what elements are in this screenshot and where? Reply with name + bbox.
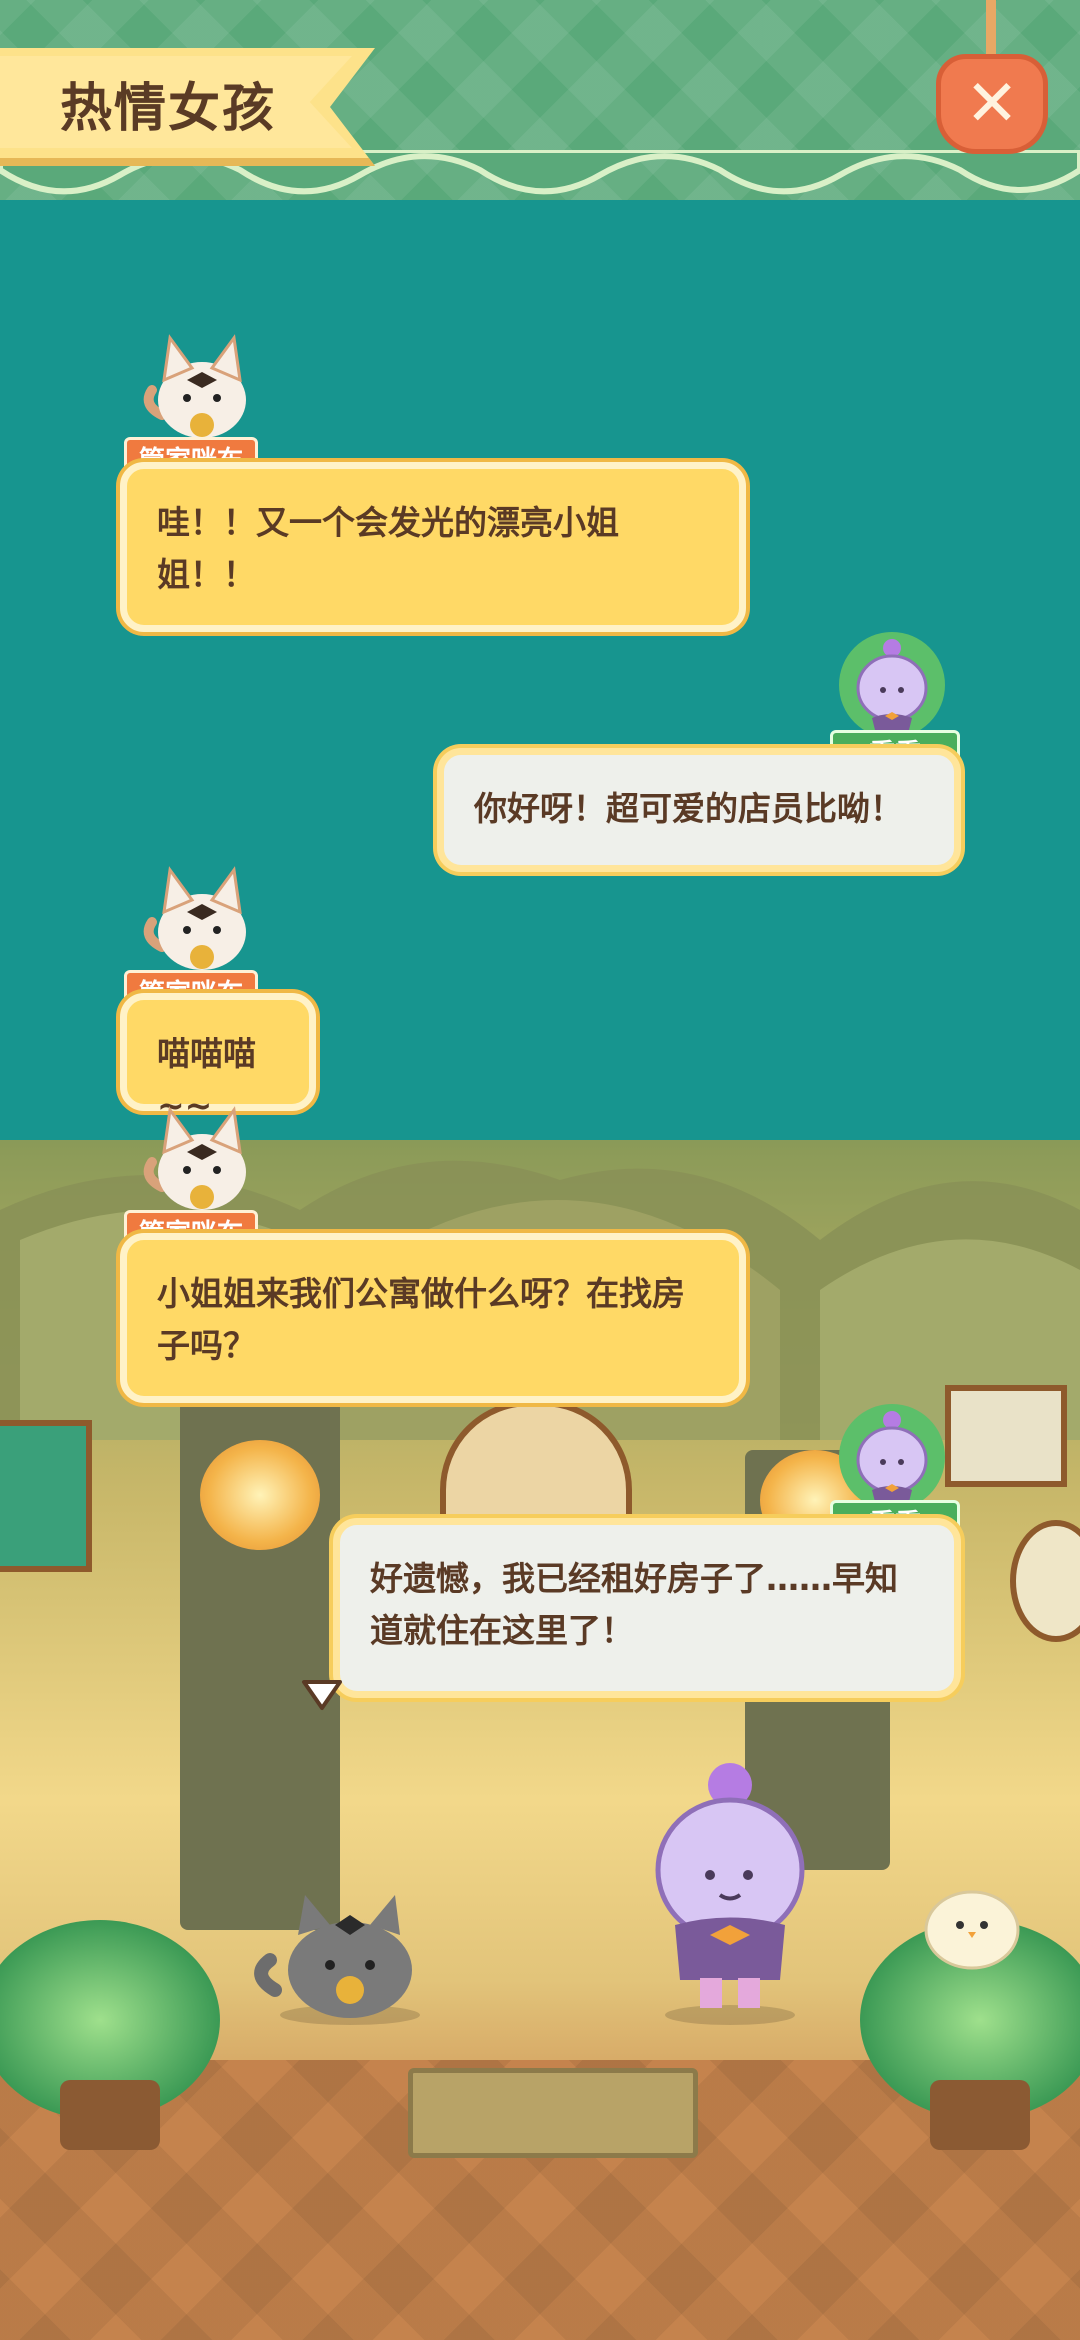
dialogue-bubble[interactable]: 你好呀！超可爱的店员比呦！: [437, 748, 961, 872]
cat-avatar-icon: [143, 334, 246, 438]
cat-character[interactable]: [250, 1880, 430, 2030]
close-button[interactable]: ✕: [936, 0, 1048, 154]
triangle-down-icon[interactable]: [300, 1678, 344, 1712]
picture-frame-left: [0, 1420, 92, 1572]
dialogue-bubble[interactable]: 好遗憾，我已经租好房子了……早知道就住在这里了！: [333, 1518, 961, 1698]
cat-avatar-icon: [143, 1106, 246, 1210]
candle-avatar-icon: [839, 632, 945, 738]
lamp-left: [200, 1440, 320, 1550]
hanging-string: [986, 0, 996, 60]
chick-character[interactable]: [922, 1880, 1022, 1970]
dialogue-bubble[interactable]: 哇！！又一个会发光的漂亮小姐姐！！: [120, 462, 746, 632]
pot-left: [60, 2080, 160, 2150]
candle-character[interactable]: [630, 1750, 830, 2030]
butterfly-frame: [945, 1385, 1067, 1487]
dialogue-bubble[interactable]: 喵喵喵~~: [120, 993, 316, 1125]
close-x-icon: ✕: [965, 67, 1019, 141]
page-title: 热情女孩: [60, 79, 277, 139]
cat-avatar-icon: [143, 866, 246, 970]
pot-right: [930, 2080, 1030, 2150]
candle-avatar-icon: [839, 1404, 945, 1510]
entry-step: [408, 2068, 698, 2158]
dialogue-bubble[interactable]: 小姐姐来我们公寓做什么呀？在找房子吗？: [120, 1233, 746, 1403]
